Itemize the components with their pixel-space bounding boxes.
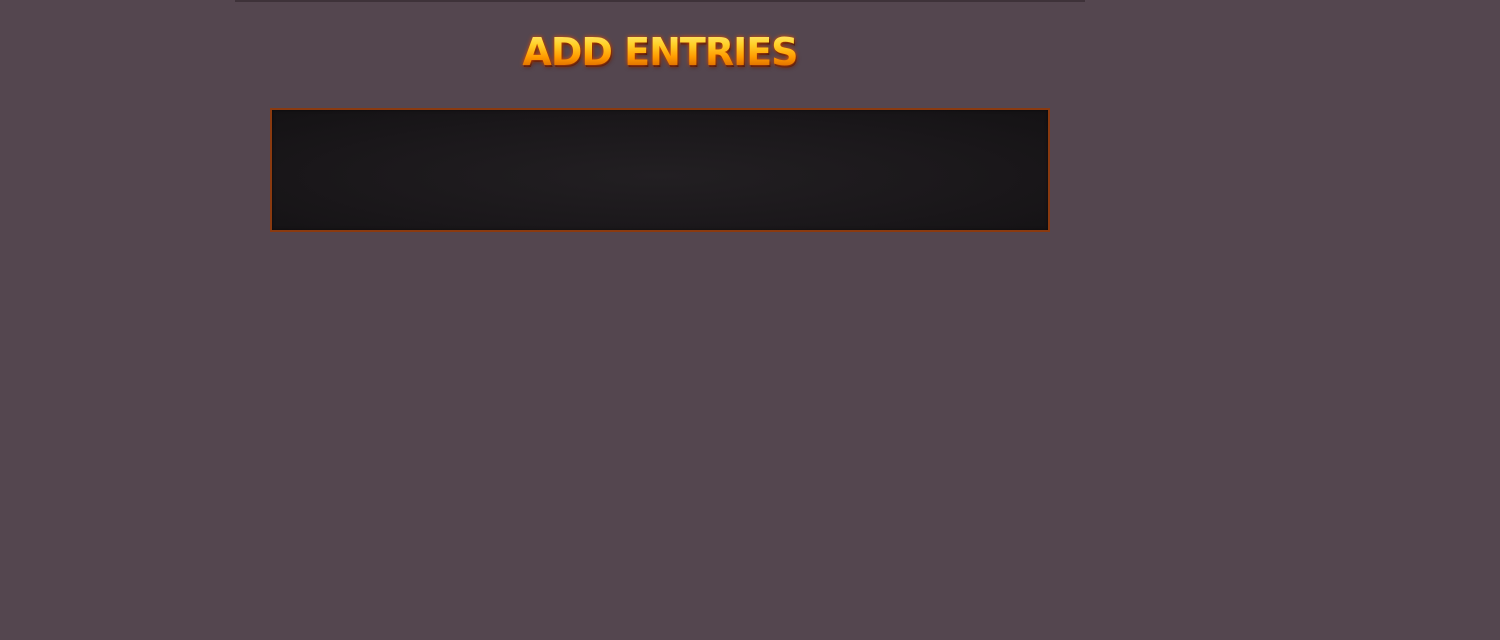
page-title: ADD ENTRIES [480, 26, 840, 78]
entries-panel [270, 108, 1050, 232]
top-divider [235, 0, 1085, 2]
